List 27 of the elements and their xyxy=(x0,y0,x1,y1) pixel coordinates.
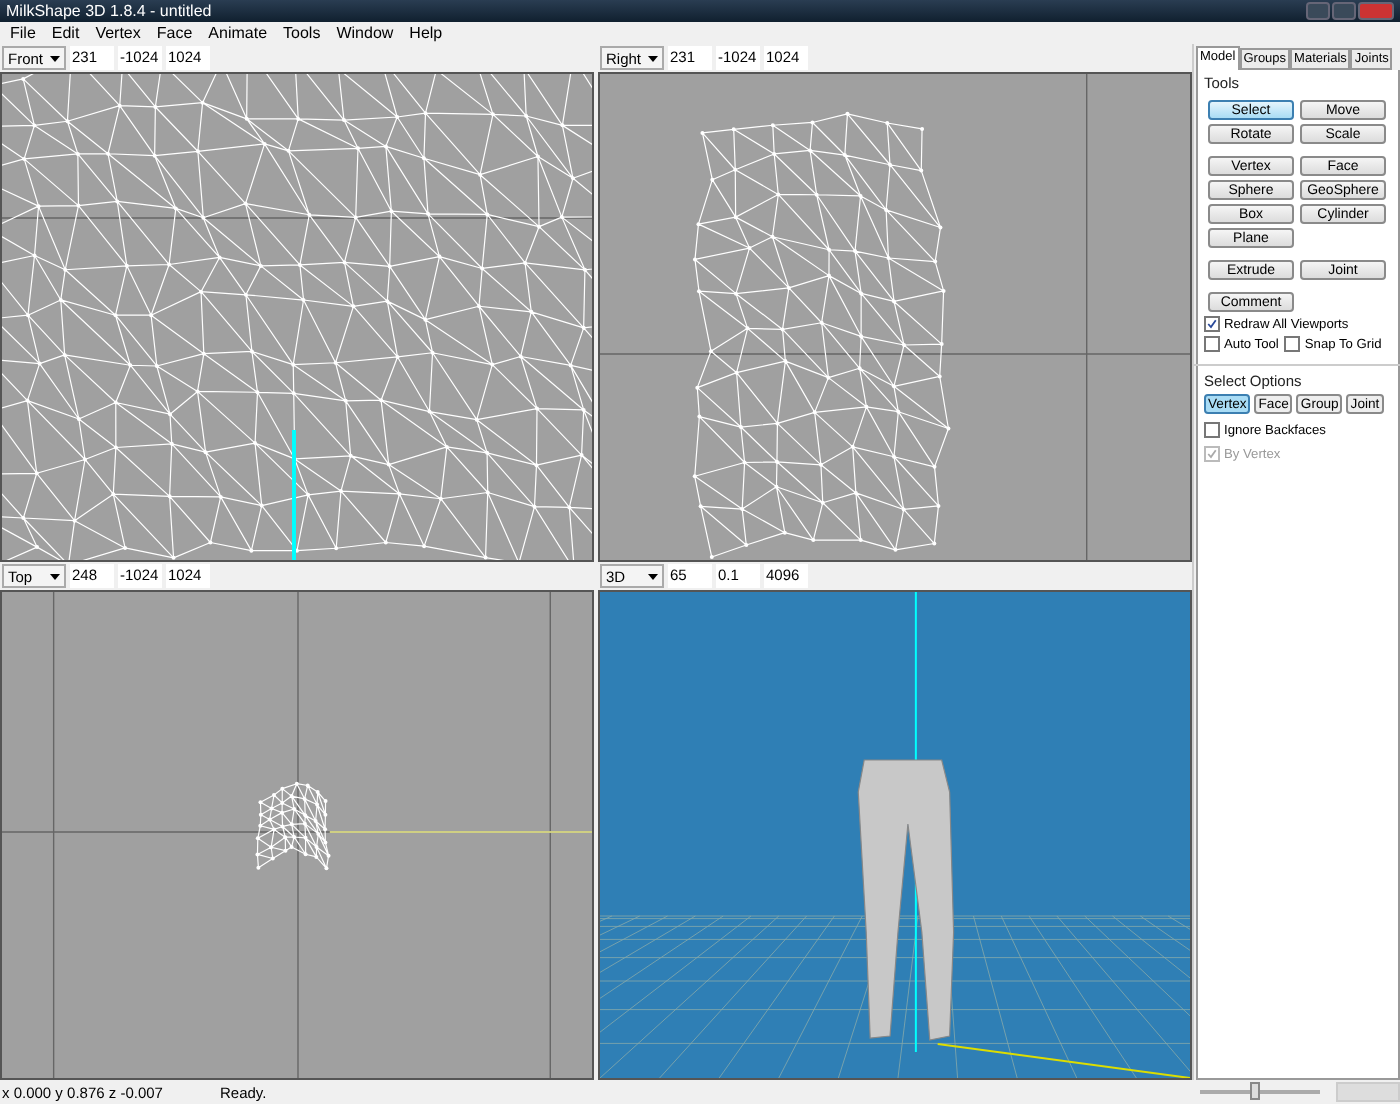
menu-item[interactable]: Vertex xyxy=(87,22,149,44)
wireframe-drawing xyxy=(255,781,331,871)
window-title: MilkShape 3D 1.8.4 - untitled xyxy=(6,2,212,20)
menu-item[interactable]: Help xyxy=(401,22,451,44)
caret-icon xyxy=(648,573,658,579)
menu-item[interactable]: Face xyxy=(148,22,201,44)
menu-item[interactable]: File xyxy=(2,22,44,44)
caret-icon xyxy=(50,55,60,61)
caret-icon xyxy=(50,573,60,579)
3d-viewport[interactable] xyxy=(598,590,1192,1080)
checkbox-box[interactable] xyxy=(1204,422,1220,438)
top-viewport[interactable] xyxy=(0,590,594,1080)
maximize-button[interactable] xyxy=(1332,2,1356,20)
menu-item[interactable]: Edit xyxy=(43,22,88,44)
checkbox-box[interactable] xyxy=(1284,336,1301,352)
minimize-button[interactable] xyxy=(1306,2,1330,20)
menu-item[interactable]: Animate xyxy=(200,22,276,44)
front-viewport[interactable] xyxy=(0,72,594,562)
menu-item[interactable]: Tools xyxy=(275,22,329,44)
status-bar-panel xyxy=(1336,1082,1400,1102)
menu-item[interactable]: Window xyxy=(328,22,402,44)
checkbox-box[interactable] xyxy=(1204,336,1220,352)
close-button[interactable] xyxy=(1358,2,1394,20)
axis-line xyxy=(292,430,296,560)
caret-icon xyxy=(648,55,658,61)
checkbox-box[interactable] xyxy=(1204,316,1220,332)
right-viewport[interactable] xyxy=(598,72,1192,562)
